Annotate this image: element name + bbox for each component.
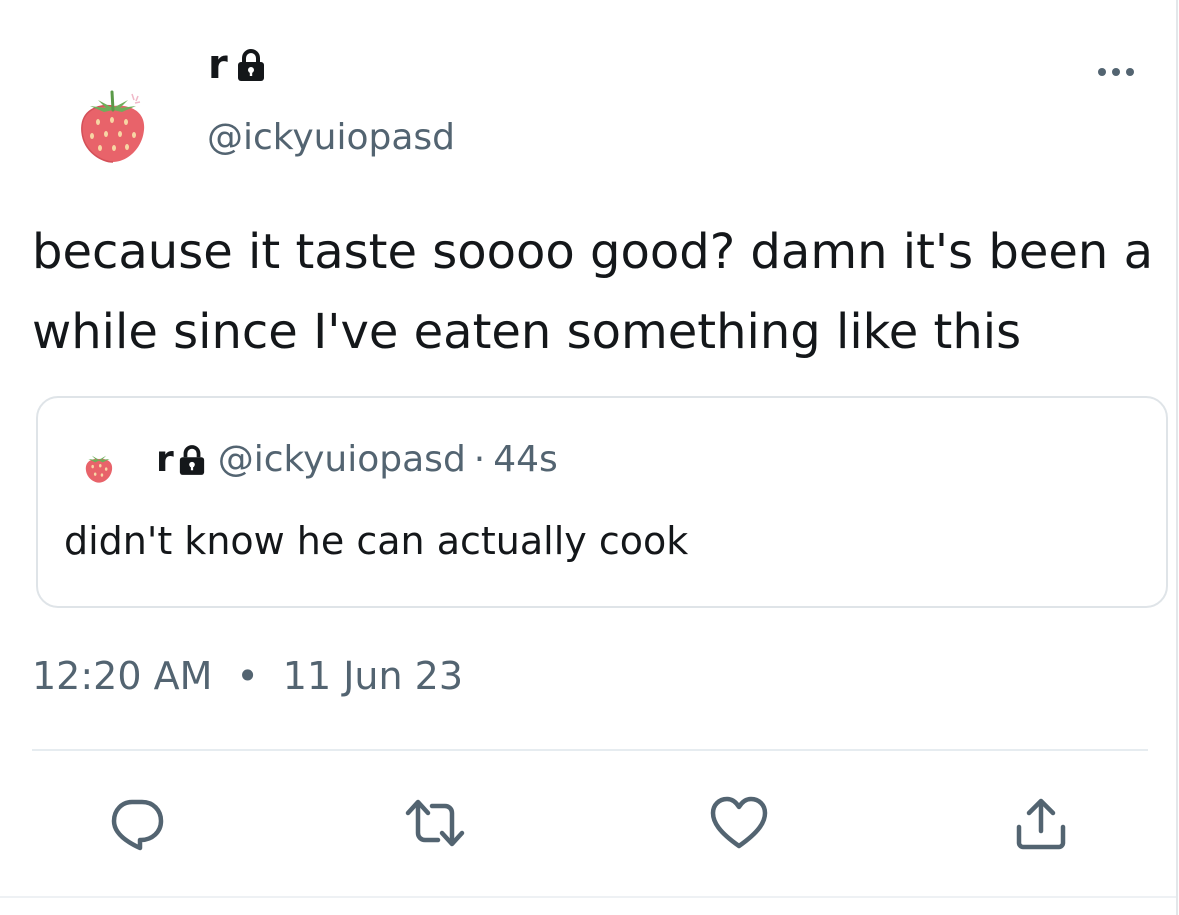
tweet-timestamp[interactable]: 12:20 AM • 11 Jun 23 <box>32 652 463 700</box>
right-edge-border <box>1176 0 1178 915</box>
author-handle[interactable]: @ickyuiopasd <box>207 114 455 162</box>
quoted-tweet-card[interactable]: r @ickyuiopasd · 44s didn't know he can … <box>36 396 1168 608</box>
tweet-time[interactable]: 12:20 AM <box>32 652 212 700</box>
quoted-separator: · <box>473 439 486 480</box>
lock-icon <box>237 49 264 81</box>
reply-button[interactable] <box>104 790 170 856</box>
author-name-row[interactable]: r <box>208 40 266 90</box>
quoted-tweet-text: didn't know he can actually cook <box>64 519 689 563</box>
reply-icon <box>111 799 164 851</box>
quoted-display-name: r <box>156 439 174 480</box>
quoted-handle: @ickyuiopasd <box>217 439 466 480</box>
timestamp-separator: • <box>236 654 259 698</box>
tweet-date[interactable]: 11 Jun 23 <box>283 652 463 700</box>
actions-divider <box>32 749 1148 751</box>
strawberry-icon[interactable] <box>68 80 158 170</box>
heart-icon <box>710 796 768 849</box>
quoted-tweet-header: r @ickyuiopasd · 44s <box>156 436 558 484</box>
author-display-name[interactable]: r <box>208 40 228 90</box>
more-dots-icon[interactable] <box>1094 62 1138 82</box>
retweet-icon <box>405 799 465 847</box>
retweet-button[interactable] <box>402 790 468 856</box>
tweet-text: because it taste soooo good? damn it's b… <box>32 224 1153 360</box>
like-button[interactable] <box>706 790 772 856</box>
lock-icon <box>179 445 204 475</box>
bottom-divider <box>0 896 1176 898</box>
quoted-age: 44s <box>493 439 558 480</box>
share-button[interactable] <box>1008 790 1074 856</box>
share-icon <box>1016 798 1066 850</box>
strawberry-icon <box>85 455 113 483</box>
tweet: r @ickyuiopasd because it taste soooo go… <box>0 0 1179 915</box>
